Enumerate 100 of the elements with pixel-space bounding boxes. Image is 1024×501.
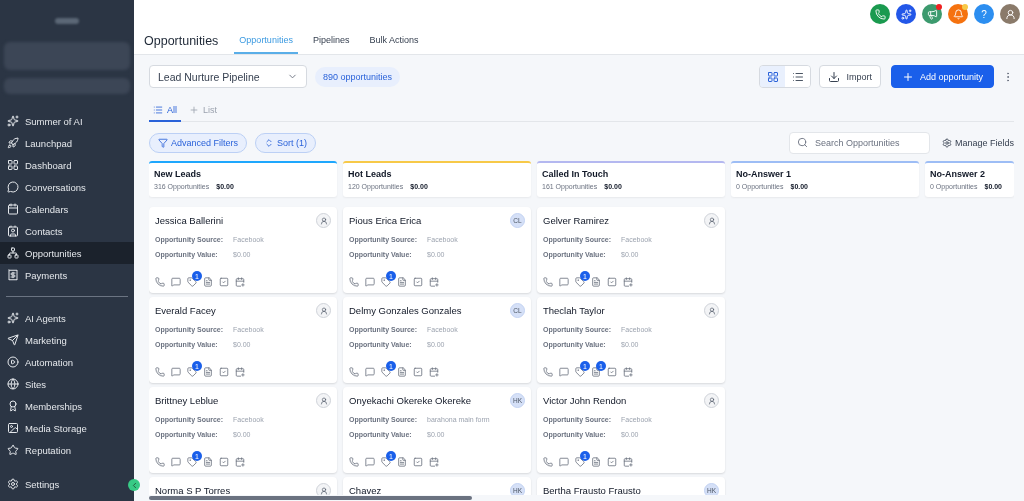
calendar-add-icon[interactable] [429, 277, 439, 287]
calendar-add-icon[interactable] [429, 457, 439, 467]
task-icon[interactable] [219, 457, 229, 467]
chat-icon[interactable] [171, 367, 181, 377]
tag-icon[interactable] [381, 457, 391, 467]
view-tab[interactable]: All [149, 101, 181, 122]
unassigned-user-icon[interactable] [704, 213, 719, 228]
phone-icon[interactable] [543, 277, 553, 287]
task-icon[interactable] [413, 367, 423, 377]
contact-name: Jessica Ballerini [155, 215, 224, 226]
calendar-add-icon[interactable] [235, 457, 245, 467]
user-avatar[interactable] [1000, 4, 1020, 24]
chat-icon[interactable] [171, 457, 181, 467]
sidebar-item[interactable]: Sites [0, 373, 134, 395]
task-icon[interactable] [607, 277, 617, 287]
import-button[interactable]: Import [819, 65, 881, 88]
phone-icon[interactable] [543, 457, 553, 467]
chat-icon[interactable] [559, 277, 569, 287]
sidebar-item[interactable]: Conversations [0, 176, 134, 198]
calendar-add-icon[interactable] [623, 457, 633, 467]
notifications-button[interactable] [948, 4, 968, 24]
task-icon[interactable] [413, 457, 423, 467]
sidebar-item[interactable]: Memberships [0, 395, 134, 417]
scrollbar[interactable] [149, 496, 472, 500]
sort-button[interactable]: Sort (1) [255, 133, 317, 153]
sidebar-item[interactable]: Dashboard [0, 154, 134, 176]
calendar-add-icon[interactable] [235, 367, 245, 377]
unassigned-user-icon[interactable] [704, 303, 719, 318]
chat-icon[interactable] [365, 457, 375, 467]
list-view-button[interactable] [785, 66, 811, 87]
phone-icon[interactable] [155, 367, 165, 377]
note-icon[interactable] [591, 457, 601, 467]
calendar-add-icon[interactable] [235, 277, 245, 287]
task-icon[interactable] [607, 457, 617, 467]
sidebar-item[interactable]: Settings [0, 473, 124, 495]
chat-icon[interactable] [171, 277, 181, 287]
note-icon[interactable] [591, 367, 601, 377]
calendar-add-icon[interactable] [623, 277, 633, 287]
unassigned-user-icon[interactable] [316, 213, 331, 228]
sparkles-button[interactable] [896, 4, 916, 24]
task-icon[interactable] [219, 277, 229, 287]
note-icon[interactable] [397, 277, 407, 287]
tag-icon[interactable] [381, 367, 391, 377]
sidebar-item[interactable]: AI Agents [0, 307, 134, 329]
manage-fields-button[interactable]: Manage Fields [941, 138, 1014, 148]
nav-tab[interactable]: Bulk Actions [364, 28, 424, 54]
sidebar-item[interactable]: Media Storage [0, 417, 134, 439]
sidebar-item[interactable]: Payments [0, 264, 134, 286]
sidebar-item[interactable]: Automation [0, 351, 134, 373]
chat-icon[interactable] [559, 367, 569, 377]
collapse-button[interactable] [128, 479, 140, 491]
tag-icon[interactable] [575, 277, 585, 287]
phone-icon[interactable] [349, 367, 359, 377]
task-icon[interactable] [607, 367, 617, 377]
tag-icon[interactable] [187, 457, 197, 467]
tag-icon[interactable] [575, 457, 585, 467]
unassigned-user-icon[interactable] [704, 393, 719, 408]
megaphone-button[interactable] [922, 4, 942, 24]
note-icon[interactable] [203, 277, 213, 287]
sidebar-item[interactable]: Calendars [0, 198, 134, 220]
calendar-add-icon[interactable] [429, 367, 439, 377]
phone-icon[interactable] [349, 457, 359, 467]
sidebar-item[interactable]: Reputation [0, 439, 134, 461]
chat-icon[interactable] [365, 277, 375, 287]
unassigned-user-icon[interactable] [316, 303, 331, 318]
task-icon[interactable] [413, 277, 423, 287]
note-icon[interactable] [397, 367, 407, 377]
search-field[interactable]: Search Opportunities [788, 132, 930, 154]
note-icon[interactable] [203, 367, 213, 377]
tag-icon[interactable] [187, 277, 197, 287]
phone-button[interactable] [870, 4, 890, 24]
nav-tab[interactable]: Pipelines [307, 28, 355, 54]
image-icon [7, 422, 19, 434]
tag-icon[interactable] [575, 367, 585, 377]
advanced-filters-button[interactable]: Advanced Filters [149, 133, 248, 153]
note-icon[interactable] [397, 457, 407, 467]
grid-icon [766, 70, 779, 83]
sidebar-item[interactable]: Marketing [0, 329, 134, 351]
chat-icon[interactable] [559, 457, 569, 467]
note-icon[interactable] [203, 457, 213, 467]
chat-icon[interactable] [365, 367, 375, 377]
sidebar-item[interactable]: Launchpad [0, 132, 134, 154]
pipeline-select[interactable]: Lead Nurture Pipeline [149, 65, 307, 88]
sidebar-item[interactable]: Summer of AI [0, 110, 134, 132]
opportunity-card[interactable]: Norma S P Torres [149, 477, 337, 495]
phone-icon[interactable] [155, 277, 165, 287]
task-icon[interactable] [219, 367, 229, 377]
note-icon[interactable] [591, 277, 601, 287]
sidebar-item[interactable]: Opportunities [0, 242, 134, 264]
phone-icon[interactable] [349, 277, 359, 287]
tag-icon[interactable] [381, 277, 391, 287]
grid-view-button[interactable] [760, 66, 786, 87]
tag-icon[interactable] [187, 367, 197, 377]
unassigned-user-icon[interactable] [316, 393, 331, 408]
phone-icon[interactable] [155, 457, 165, 467]
calendar-add-icon[interactable] [623, 367, 633, 377]
add-opportunity-button[interactable]: Add opportunity [890, 65, 994, 88]
unassigned-user-icon[interactable] [316, 483, 331, 495]
sidebar-item[interactable]: Contacts [0, 220, 134, 242]
phone-icon[interactable] [543, 367, 553, 377]
